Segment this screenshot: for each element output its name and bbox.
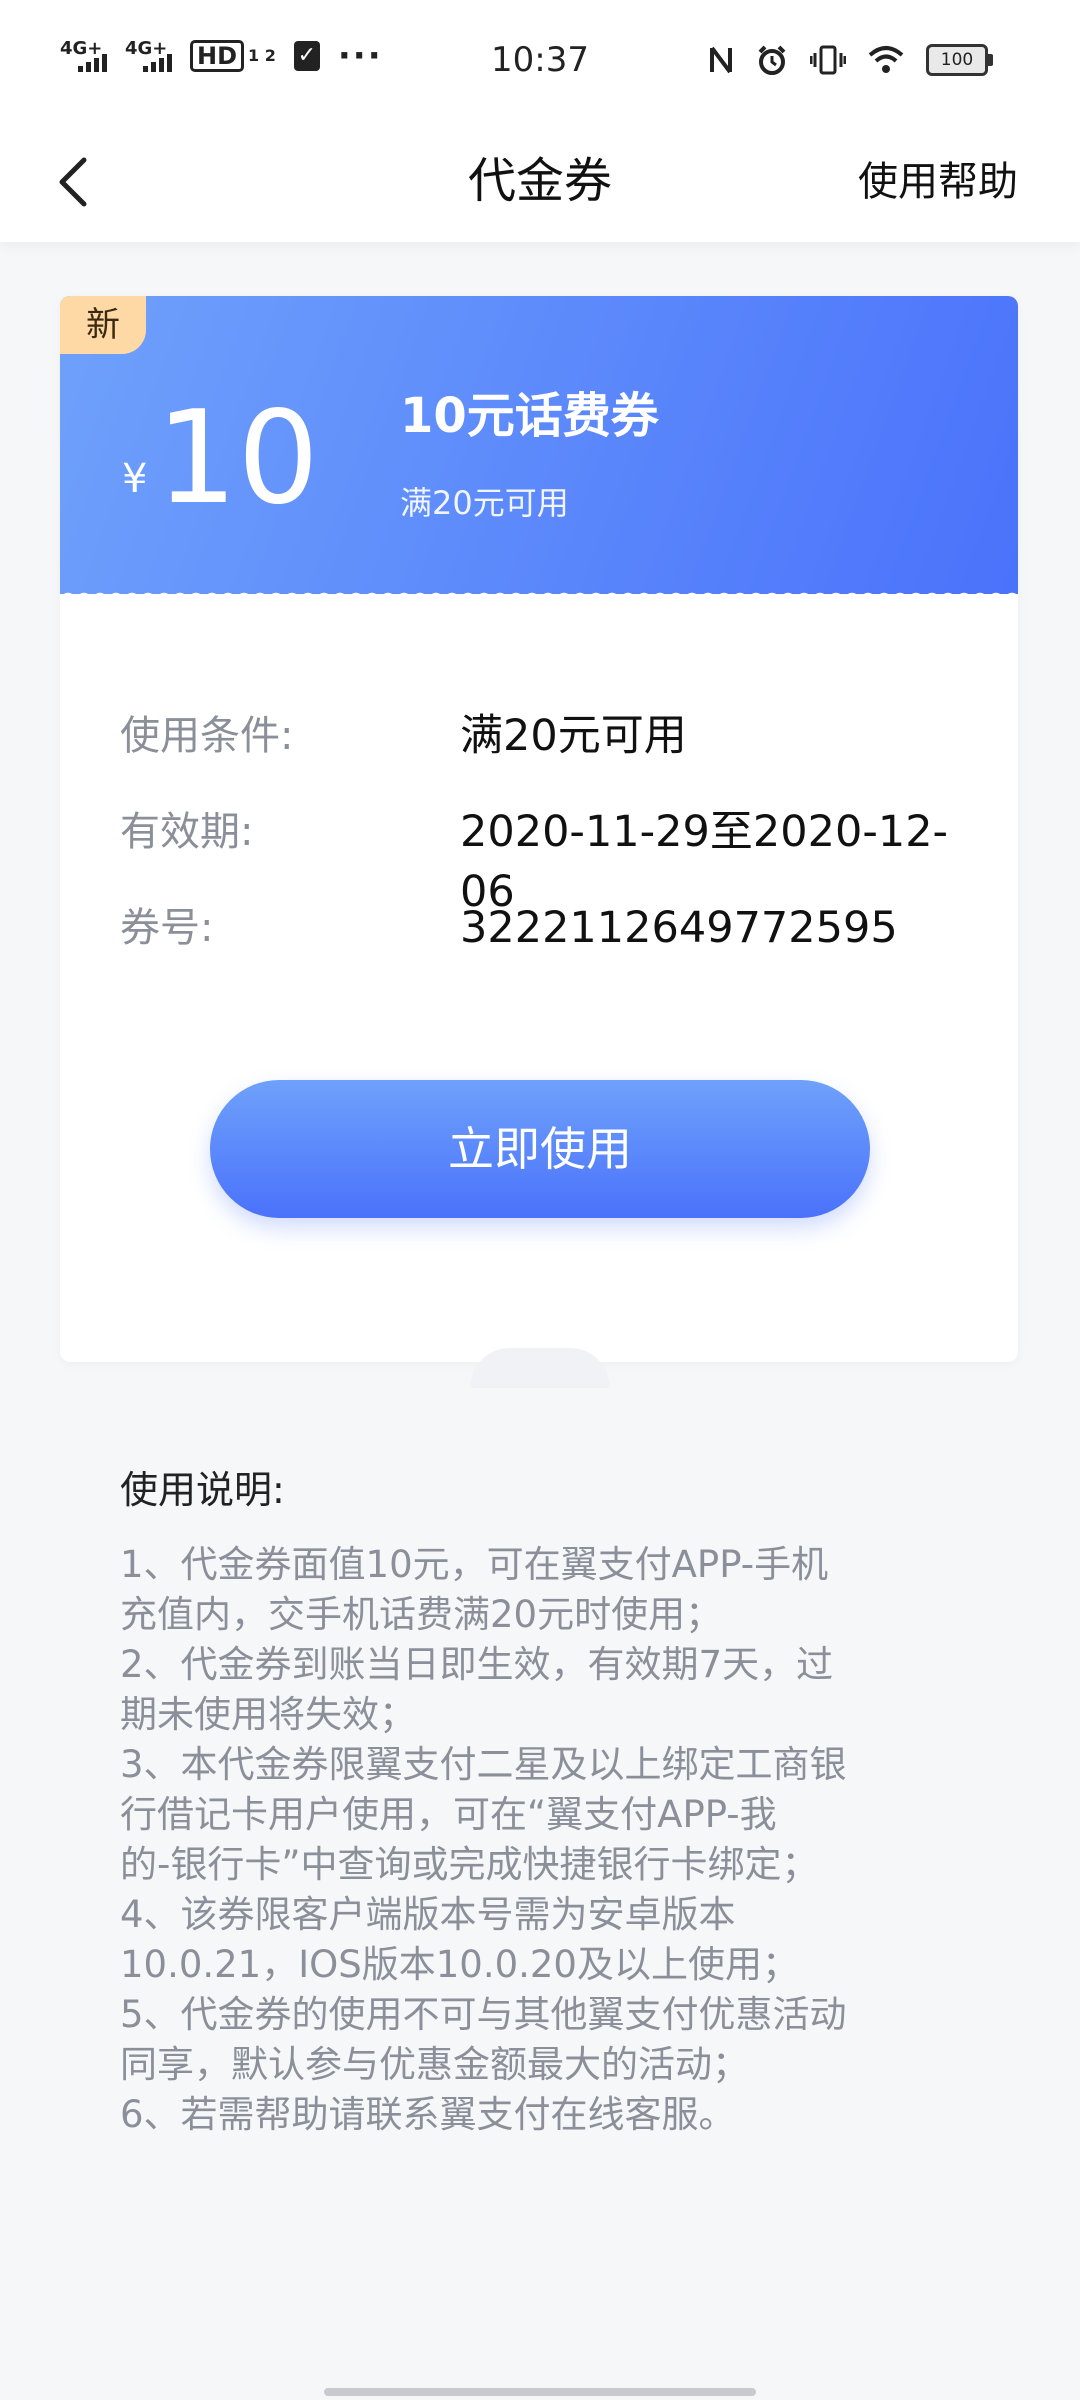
coupon-amount: 10 [156, 384, 319, 533]
detail-row-condition: 使用条件: 满20元可用 [120, 706, 1000, 766]
instructions-title: 使用说明: [120, 1468, 285, 1512]
nfc-icon [710, 46, 732, 74]
coupon-condition: 满20元可用 [400, 484, 569, 522]
detail-row-validity: 有效期: 2020-11-29至2020-12-06 [120, 802, 1000, 917]
alarm-icon [758, 45, 786, 75]
ticket-edge [60, 586, 1018, 602]
battery-icon: 100 [926, 44, 993, 76]
status-bar: 4G+ 4G+ HD 1 2 ✓ ··· 10:37 100 [0, 0, 1080, 120]
coupon-card: 新 ¥ 10 10元话费券 满20元可用 使用条件: 满20元可用 有效期: 2… [60, 296, 1018, 1362]
detail-label: 有效期: [120, 809, 254, 855]
currency-symbol: ¥ [122, 456, 148, 502]
card-notch [470, 1348, 610, 1388]
wifi-icon [868, 46, 904, 73]
coupon-name: 10元话费券 [400, 388, 659, 444]
detail-value: 满20元可用 [460, 711, 687, 761]
status-right: 100 [708, 44, 993, 76]
detail-label: 券号: [120, 905, 214, 951]
nav-bar: 代金券 使用帮助 [0, 120, 1080, 242]
help-link[interactable]: 使用帮助 [858, 150, 1018, 214]
new-badge: 新 [60, 296, 146, 354]
instructions-text: 1、代金券面值10元，可在翼支付APP-手机 充值内，交手机话费满20元时使用；… [120, 1543, 847, 2136]
coupon-header: 新 ¥ 10 10元话费券 满20元可用 [60, 296, 1018, 594]
vibrate-icon [810, 45, 846, 75]
detail-value: 3222112649772595 [460, 903, 898, 953]
detail-label: 使用条件: [120, 713, 294, 759]
detail-row-coupon-number: 券号: 3222112649772595 [120, 898, 1000, 958]
home-indicator[interactable] [324, 2388, 756, 2396]
use-now-button[interactable]: 立即使用 [210, 1080, 870, 1218]
